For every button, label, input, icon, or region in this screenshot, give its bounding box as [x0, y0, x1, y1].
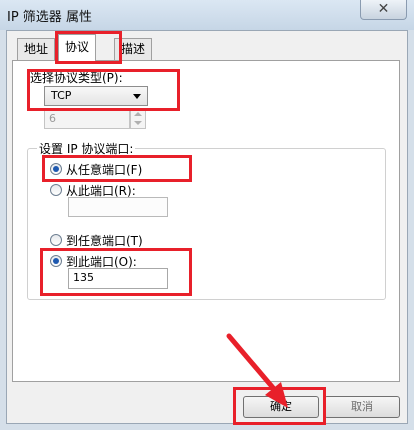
arrow-shaft [226, 333, 283, 399]
annotation-arrow [226, 333, 288, 408]
